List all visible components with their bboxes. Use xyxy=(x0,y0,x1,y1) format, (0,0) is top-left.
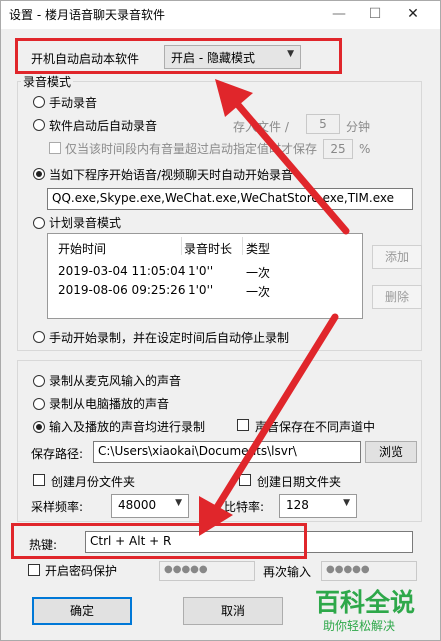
volume-threshold-check[interactable] xyxy=(49,142,61,154)
chevron-down-icon: ▼ xyxy=(343,498,350,508)
radio-manual-timed-label: 手动开始录制，并在设定时间后自动停止录制 xyxy=(49,331,290,345)
title-bar: 设置 - 楼月语音聊天录音软件 — ☐ ✕ xyxy=(1,1,440,29)
bitrate-label: 比特率: xyxy=(224,500,265,514)
watermark-logo: 百科全说 助你轻松解决 xyxy=(307,579,439,639)
col-divider xyxy=(181,237,182,255)
program-list-input[interactable]: QQ.exe,Skype.exe,WeChat.exe,WeChatStore.… xyxy=(47,188,413,210)
row-2-type: 一次 xyxy=(246,285,271,299)
split-unit: 分钟 xyxy=(346,120,371,134)
radio-on-program[interactable] xyxy=(33,168,45,180)
minimize-button[interactable]: — xyxy=(319,3,359,27)
radio-auto-on-start[interactable] xyxy=(33,119,45,131)
sample-rate-label: 采样频率: xyxy=(31,500,84,514)
ok-button[interactable]: 确定 xyxy=(32,597,132,625)
radio-pc[interactable] xyxy=(33,398,45,410)
col-divider xyxy=(242,237,243,255)
radio-both-label: 输入及播放的声音均进行录制 xyxy=(49,420,206,434)
split-minutes-input[interactable]: 5 xyxy=(306,114,340,134)
highlight-box-hotkey xyxy=(11,523,307,559)
col-duration: 录音时长 xyxy=(184,242,233,256)
split-label: 存入文件 / xyxy=(233,120,289,134)
add-plan-button[interactable]: 添加 xyxy=(372,245,422,269)
password-input[interactable]: ●●●●● xyxy=(159,561,255,581)
row-1-type: 一次 xyxy=(246,266,271,280)
radio-both[interactable] xyxy=(33,421,45,433)
radio-plan[interactable] xyxy=(33,217,45,229)
radio-auto-on-start-label: 软件启动后自动录音 xyxy=(49,119,158,133)
password-check[interactable] xyxy=(28,564,40,576)
highlight-box-autostart xyxy=(15,38,342,74)
radio-on-program-label: 当如下程序开始语音/视频聊天时自动开始录音 xyxy=(49,168,294,182)
sample-rate-select[interactable]: 48000 ▼ xyxy=(111,494,189,518)
save-path-input[interactable]: C:\Users\xiaokai\Documents\lsvr\ xyxy=(93,441,361,463)
month-folder-label: 创建月份文件夹 xyxy=(51,475,136,489)
save-path-label: 保存路径: xyxy=(31,447,84,461)
plan-schedule-table[interactable]: 开始时间 录音时长 类型 2019-03-04 11:05:04 1'0'' 一… xyxy=(47,233,363,319)
radio-manual-label: 手动录音 xyxy=(49,96,98,110)
cancel-button[interactable]: 取消 xyxy=(183,597,283,625)
row-2-start[interactable]: 2019-08-06 09:25:26 xyxy=(58,283,185,297)
separate-channel-check[interactable] xyxy=(237,419,249,431)
radio-plan-label: 计划录音模式 xyxy=(49,216,122,230)
radio-mic[interactable] xyxy=(33,375,45,387)
month-folder-check[interactable] xyxy=(33,474,45,486)
radio-manual[interactable] xyxy=(33,96,45,108)
volume-unit: % xyxy=(359,142,371,156)
radio-manual-timed[interactable] xyxy=(33,331,45,343)
date-folder-check[interactable] xyxy=(239,474,251,486)
row-1-start[interactable]: 2019-03-04 11:05:04 xyxy=(58,264,185,278)
volume-threshold-label: 仅当该时间段内有音量超过启动指定值时才保存 xyxy=(65,142,318,156)
password-label: 开启密码保护 xyxy=(45,564,118,578)
row-2-duration: 1'0'' xyxy=(188,283,214,297)
bitrate-select[interactable]: 128 ▼ xyxy=(279,494,357,518)
sample-rate-value: 48000 xyxy=(118,498,157,512)
bitrate-value: 128 xyxy=(286,498,309,512)
settings-window: 设置 - 楼月语音聊天录音软件 — ☐ ✕ 开机自动启动本软件 开启 - 隐藏模… xyxy=(0,0,441,641)
radio-pc-label: 录制从电脑播放的声音 xyxy=(49,397,170,411)
row-1-duration: 1'0'' xyxy=(188,264,214,278)
window-title: 设置 - 楼月语音聊天录音软件 xyxy=(9,8,165,22)
password-again-input[interactable]: ●●●●● xyxy=(321,561,417,581)
watermark-title: 百科全说 xyxy=(315,588,416,617)
date-folder-label: 创建日期文件夹 xyxy=(257,475,342,489)
col-type: 类型 xyxy=(246,242,271,256)
separate-channel-label: 声音保存在不同声道中 xyxy=(255,420,376,434)
maximize-button[interactable]: ☐ xyxy=(355,3,395,27)
close-button[interactable]: ✕ xyxy=(393,3,433,27)
volume-threshold-input[interactable]: 25 xyxy=(323,139,353,159)
radio-mic-label: 录制从麦克风输入的声音 xyxy=(49,374,182,388)
chevron-down-icon: ▼ xyxy=(175,498,182,508)
password-again-label: 再次输入 xyxy=(263,565,312,579)
delete-plan-button[interactable]: 删除 xyxy=(372,285,422,309)
watermark-subtitle: 助你轻松解决 xyxy=(323,619,396,633)
record-mode-legend: 录音模式 xyxy=(21,73,74,90)
browse-button[interactable]: 浏览 xyxy=(365,441,417,463)
col-start-time: 开始时间 xyxy=(58,242,107,256)
